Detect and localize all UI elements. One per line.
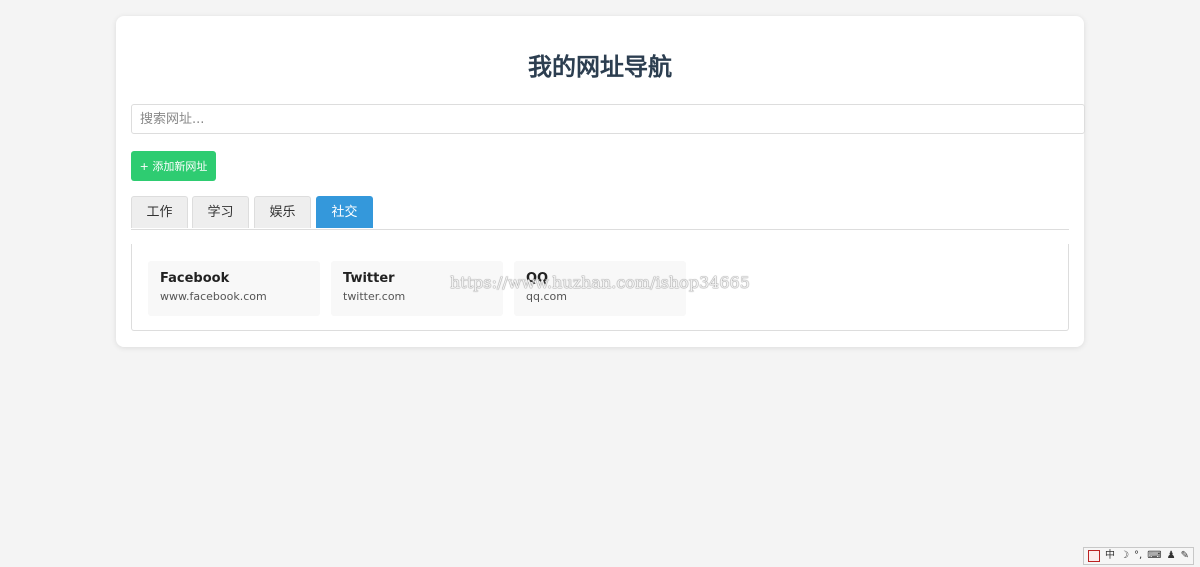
user-icon[interactable]: ♟ [1167,549,1176,563]
site-card-twitter[interactable]: Twitter twitter.com [331,261,503,316]
sites-panel: Facebook www.facebook.com Twitter twitte… [131,244,1069,331]
search-input[interactable] [131,104,1085,134]
site-url: twitter.com [343,290,406,303]
ime-toolbar: 中 ☽ °, ⌨ ♟ ✎ [1083,547,1194,565]
wrench-icon[interactable]: ✎ [1181,549,1189,563]
main-card: 我的网址导航 + 添加新网址 工作 学习 娱乐 社交 Facebook www.… [116,16,1085,347]
site-url: qq.com [526,290,567,303]
moon-icon[interactable]: ☽ [1120,549,1129,563]
tab-entertainment[interactable]: 娱乐 [254,196,311,228]
add-site-button[interactable]: + 添加新网址 [131,151,216,181]
punctuation-icon[interactable]: °, [1134,549,1142,563]
page-title: 我的网址导航 [528,53,672,81]
tab-work[interactable]: 工作 [131,196,188,228]
site-name: Twitter [343,271,395,286]
tab-study[interactable]: 学习 [192,196,249,228]
ime-mode-icon[interactable]: 中 [1105,549,1115,563]
tab-social[interactable]: 社交 [316,196,373,228]
keyboard-icon[interactable]: ⌨ [1147,549,1161,563]
site-name: Facebook [160,271,230,286]
site-url: www.facebook.com [160,290,267,303]
site-card-qq[interactable]: QQ qq.com [514,261,686,316]
ime-logo-icon[interactable] [1088,550,1101,562]
category-tabs: 工作 学习 娱乐 社交 [131,196,1069,230]
site-card-facebook[interactable]: Facebook www.facebook.com [148,261,320,316]
site-name: QQ [526,271,549,286]
